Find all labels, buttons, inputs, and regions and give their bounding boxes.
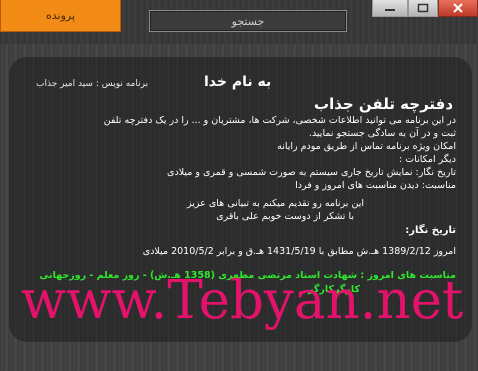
description-line-4: دیگر امکانات : [399,154,456,165]
dedication-line-1: این برنامه رو تقدیم میکنم به تبیانی های … [187,198,364,209]
description-line-1: در این برنامه می توانید اطلاعات شخصی، شر… [103,115,456,126]
watermark: www.Tebyan.net [20,270,464,331]
top-toolbar: پرونده [0,0,478,44]
maximize-icon [417,3,429,13]
description-line-2: ثبت و در آن به سادگی جستجو نمایید. [308,128,456,139]
search-input[interactable] [149,10,347,32]
app-title: دفترچه تلفن جذاب [314,95,454,113]
date-label: تاریخ نگار: [405,225,456,236]
profile-button-label: پرونده [45,9,76,22]
programmer-credit: برنامه نویس : سید امیر جذاب [36,79,149,89]
minimize-button[interactable] [372,0,408,17]
profile-button[interactable]: پرونده [0,0,121,32]
window-controls [372,0,478,18]
description-line-5: تاریخ نگار: نمایش تاریخ جاری سیستم به صو… [167,167,456,178]
basmala: به نام خدا [204,74,272,90]
close-button[interactable] [438,0,478,17]
date-value: امروز 1389/2/12 هـ.ش مطابق با 1431/5/19 … [142,246,456,257]
description-line-6: مناسبت: دیدن مناسبت های امروز و فردا [295,180,456,191]
maximize-button[interactable] [408,0,438,17]
close-icon [453,3,463,13]
dedication-line-2: با تشکر از دوست خوبم علی باقری [216,211,354,222]
minimize-icon [385,9,395,11]
description-line-3: امکان ویژه برنامه تماس از طریق مودم رایا… [277,141,456,152]
